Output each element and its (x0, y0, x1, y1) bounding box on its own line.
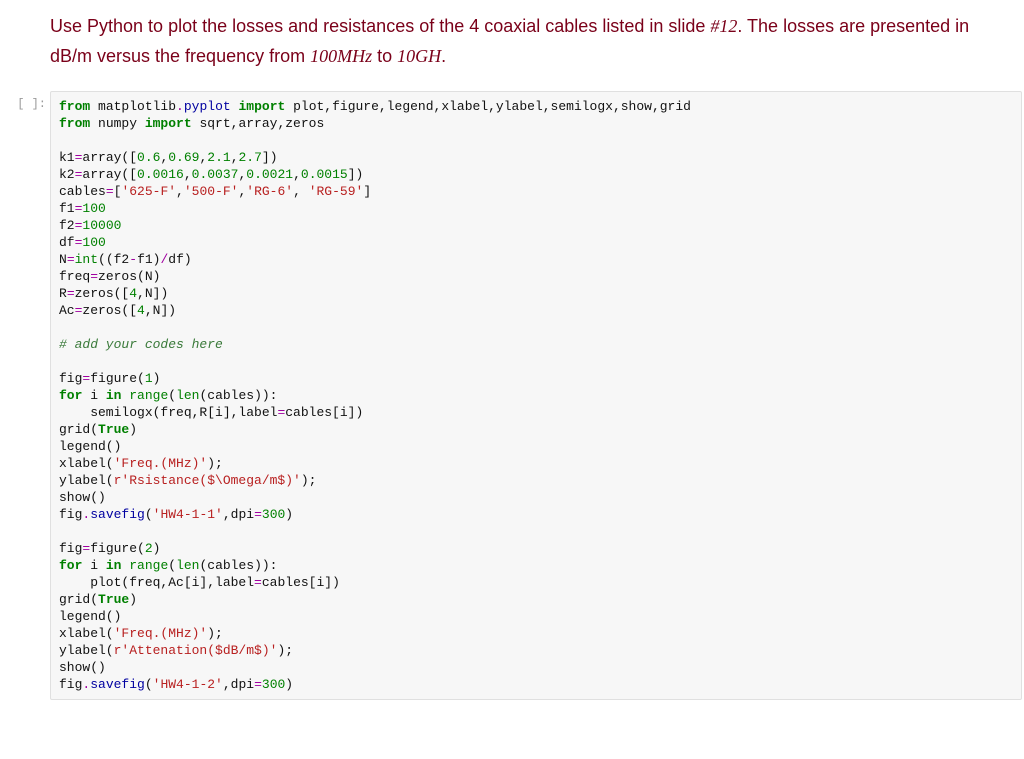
freq-high: 10GH (397, 46, 441, 66)
code-cell: [ ]: from matplotlib.pyplot import plot,… (0, 91, 1024, 700)
problem-statement: Use Python to plot the losses and resist… (0, 0, 1024, 91)
input-prompt: [ ]: (0, 91, 50, 111)
problem-text: to (372, 46, 397, 66)
comment-add-codes: # add your codes here (59, 337, 223, 352)
kw-from: from (59, 99, 90, 114)
freq-low: 100MHz (310, 46, 372, 66)
problem-text: . (441, 46, 446, 66)
slide-ref: #12 (710, 16, 737, 36)
code-editor[interactable]: from matplotlib.pyplot import plot,figur… (50, 91, 1022, 700)
problem-text: Use Python to plot the losses and resist… (50, 16, 710, 36)
